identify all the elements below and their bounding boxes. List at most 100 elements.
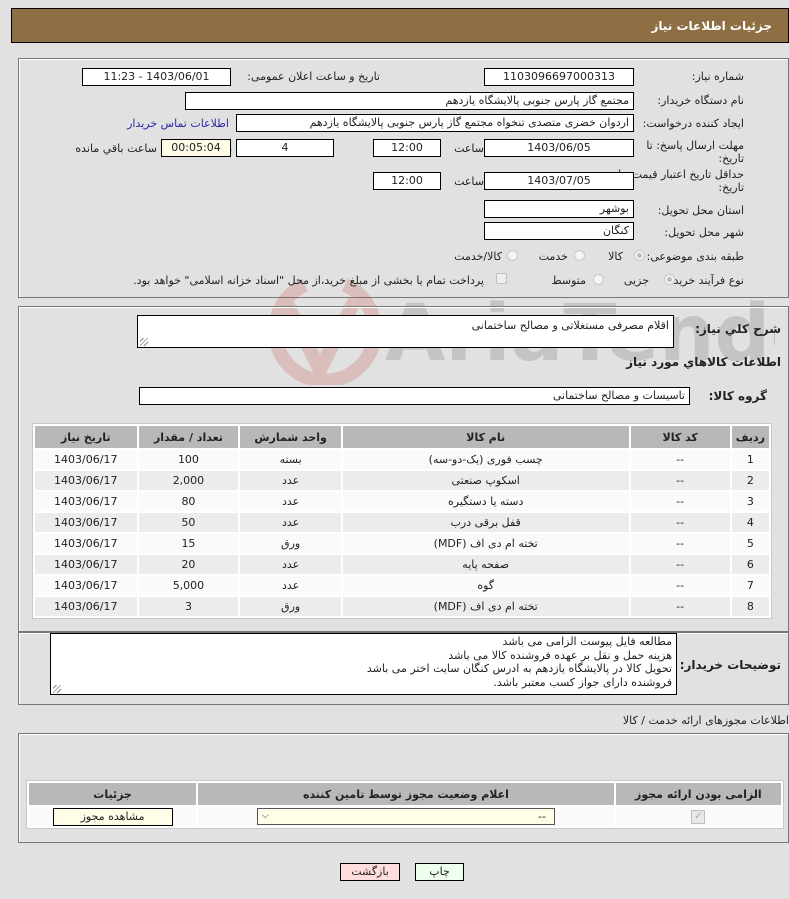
goods-group-field: تاسیسات و مصالح ساختمانی [139,387,690,405]
need-date-cell: 1403/06/17 [35,492,137,511]
unit-cell: بسته [240,450,341,469]
days-remaining-field: 4 [236,139,334,157]
quantity-cell: 80 [138,492,239,511]
need-date-cell: 1403/06/17 [35,576,137,595]
summary-textarea[interactable]: اقلام مصرفی مستغلاتی و مصالح ساختمانی [137,315,674,348]
creator-label: ایجاد کننده درخواست: [642,117,744,130]
quantity-cell: 5,000 [138,576,239,595]
announce-label: تاریخ و ساعت اعلان عمومی: [247,70,380,83]
items-table-body: 1 -- چسب فوری (یک-دو-سه) بسته 100 1403/06/17 2… [35,450,769,616]
reply-deadline-label: مهلت ارسال پاسخ: تا [646,139,744,152]
province-label: استان محل تحویل: [657,204,744,217]
unit-cell: عدد [240,576,341,595]
items-table-wrapper: ردیف کد کالا نام کالا واحد شمارش تعداد /… [32,423,772,619]
col-unit: واحد شمارش [240,426,341,448]
page-title: جزئیات اطلاعات نیاز [651,19,772,33]
buyer-notes-label: توضیحات خریدار: [679,658,781,672]
unit-cell: عدد [240,492,341,511]
need-date-cell: 1403/06/17 [35,555,137,574]
price-validity-time-field: 12:00 [373,172,441,190]
item-code-cell: -- [630,513,730,532]
item-name-cell: گوه [342,576,629,595]
remaining-time-field: 00:05:04 [161,139,231,157]
items-table-header: ردیف کد کالا نام کالا واحد شمارش تعداد /… [35,426,769,448]
permit-status-cell: -- ⌵ [198,807,614,826]
back-button[interactable]: بازگشت [340,863,400,881]
price-validity-label-2: تاریخ: [718,181,744,194]
buyer-notes-textarea[interactable]: مطالعه فایل پیوست الزامی می باشد هزینه ح… [50,633,677,695]
quantity-cell: 100 [138,450,239,469]
item-code-cell: -- [630,534,730,553]
city-field: کنگان [484,222,634,240]
process-radio-medium[interactable] [593,274,604,285]
treasury-checkbox[interactable] [496,273,507,284]
item-name-cell: قفل برقی درب [342,513,629,532]
item-name-cell: صفحه پایه [342,555,629,574]
goods-info-title: اطلاعات کالاهاي مورد نياز [626,355,781,369]
row-number-cell: 2 [731,471,769,490]
table-row: 6 -- صفحه پایه عدد 20 1403/06/17 [35,555,769,574]
row-number-cell: 1 [731,450,769,469]
permit-details-cell: مشاهده مجوز [29,807,197,826]
unit-cell: ورق [240,597,341,616]
row-number-cell: 7 [731,576,769,595]
remaining-time-label: ساعت باقي مانده [75,142,157,155]
row-number-cell: 8 [731,597,769,616]
need-number-label: شماره نیاز: [691,70,744,83]
table-row: 1 -- چسب فوری (یک-دو-سه) بسته 100 1403/06/17 [35,450,769,469]
permit-status-select[interactable]: -- ⌵ [256,808,555,825]
quantity-cell: 15 [138,534,239,553]
buyer-note-line: تحویل کالا در پالایشگاه یازدهم به ادرس ک… [366,662,672,675]
buyer-contact-link[interactable]: اطلاعات تماس خریدار [127,117,229,130]
table-row: 7 -- گوه عدد 5,000 1403/06/17 [35,576,769,595]
buyer-org-label: نام دستگاه خریدار: [657,94,744,107]
reply-deadline-label-2: تاریخ: [718,152,744,165]
col-date: تاریخ نیاز [35,426,137,448]
category-radio-service[interactable] [574,250,585,261]
table-row: 4 -- قفل برقی درب عدد 50 1403/06/17 [35,513,769,532]
item-code-cell: -- [630,471,730,490]
unit-cell: عدد [240,471,341,490]
process-radio-minor[interactable] [664,274,675,285]
permit-row: ✓ -- ⌵ مشاهده مجوز [29,807,781,826]
quantity-cell: 3 [138,597,239,616]
unit-cell: ورق [240,534,341,553]
item-name-cell: اسکوپ صنعتی [342,471,629,490]
print-button[interactable]: چاپ [415,863,464,881]
need-date-cell: 1403/06/17 [35,513,137,532]
need-date-cell: 1403/06/17 [35,471,137,490]
permit-required-cell: ✓ [615,807,781,826]
treasury-note: پرداخت تمام یا بخشی از مبلغ خرید،از محل … [133,274,484,287]
reply-time-field: 12:00 [373,139,441,157]
permit-status-value: -- [537,810,546,823]
quantity-cell: 2,000 [138,471,239,490]
col-permit-status: اعلام وضعیت مجوز توسط تامین کننده [198,783,614,805]
permits-title: اطلاعات مجوزهای ارائه خدمت / کالا [622,714,789,727]
permit-required-checkbox: ✓ [691,809,706,824]
view-permit-button[interactable]: مشاهده مجوز [52,807,173,826]
category-radio-goods[interactable] [634,250,645,261]
item-code-cell: -- [630,492,730,511]
reply-time-label: ساعت [454,142,484,155]
category-radio-goods-service[interactable] [507,250,518,261]
table-row: 5 -- تخته ام دی اف (MDF) ورق 15 1403/06/17 [35,534,769,553]
item-code-cell: -- [630,450,730,469]
items-table: ردیف کد کالا نام کالا واحد شمارش تعداد /… [32,423,772,619]
item-code-cell: -- [630,576,730,595]
price-validity-time-label: ساعت [454,175,484,188]
need-date-cell: 1403/06/17 [35,534,137,553]
price-validity-label: حداقل تاریخ اعتبار قیمت: تا [618,168,744,181]
resize-handle-icon[interactable] [53,685,61,693]
goods-group-label: گروه کالا: [708,389,767,403]
resize-handle-icon[interactable] [140,338,148,346]
summary-text: اقلام مصرفی مستغلاتی و مصالح ساختمانی [471,319,669,332]
process-label: نوع فرآیند خرید : [666,274,744,287]
city-label: شهر محل تحویل: [664,226,744,239]
col-code: کد کالا [630,426,730,448]
process-option-minor: جزیی [623,274,649,287]
buyer-note-line: هزینه حمل و نقل بر عهده فروشنده کالا می … [448,648,672,662]
col-row: ردیف [731,426,769,448]
category-option-goods-service: کالا/خدمت [454,250,502,263]
quantity-cell: 20 [138,555,239,574]
col-permit-details: جزئیات [29,783,197,805]
